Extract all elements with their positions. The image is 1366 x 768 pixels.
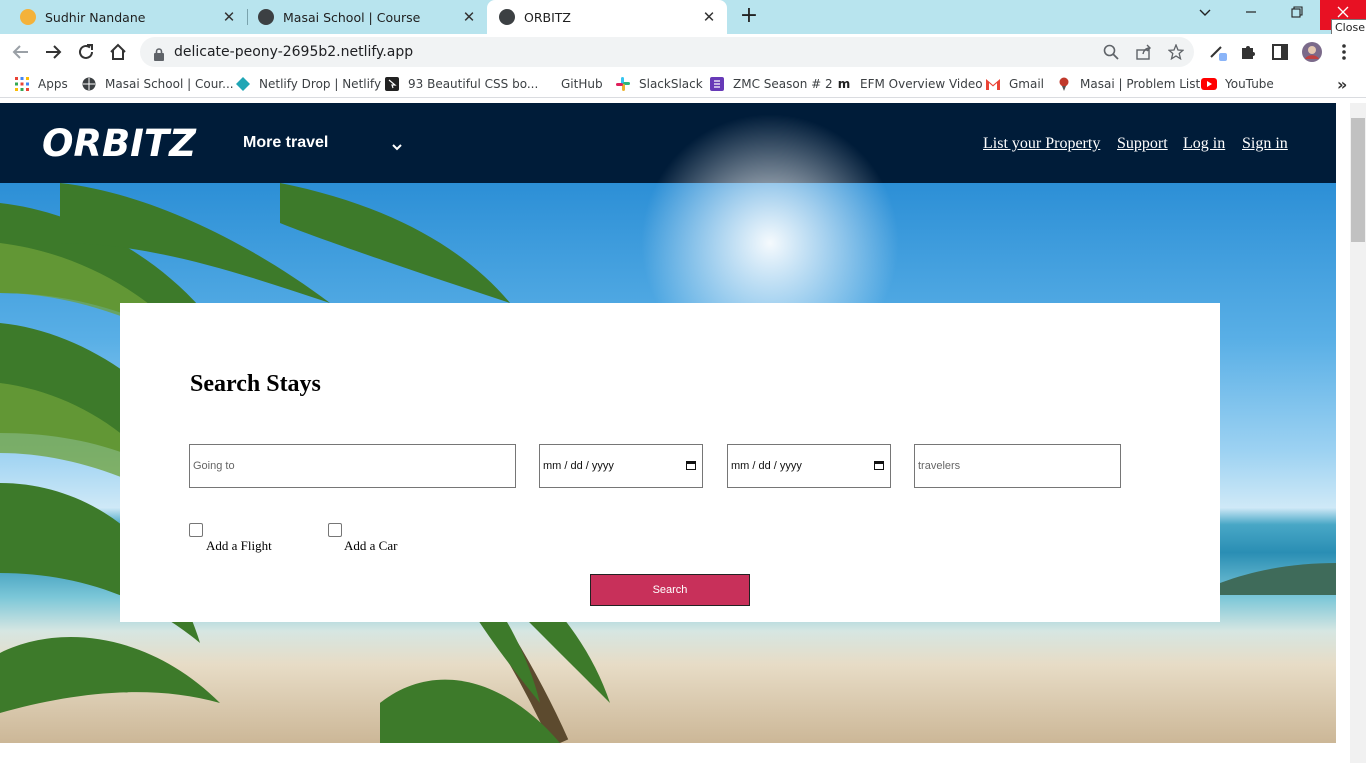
- forward-arrow-icon[interactable]: [41, 40, 65, 64]
- add-flight-label: Add a Flight: [206, 538, 272, 553]
- page-viewport: ORBITZ More travel List your Property Su…: [0, 103, 1336, 743]
- bookmark-label: EFM Overview Video: [860, 77, 983, 91]
- add-car-checkbox[interactable]: [328, 523, 342, 537]
- tab-sudhir-nandane[interactable]: Sudhir Nandane ✕: [0, 0, 247, 34]
- bookmark-label: Masai | Problem List: [1080, 77, 1201, 91]
- log-in-link[interactable]: Log in: [1183, 135, 1225, 153]
- list-your-property-link[interactable]: List your Property: [983, 135, 1100, 153]
- puzzle-extensions-icon[interactable]: [1238, 42, 1258, 62]
- bookmark-label: 93 Beautiful CSS bo...: [408, 77, 539, 91]
- bookmark-label: Netlify Drop | Netlify: [259, 77, 382, 91]
- browser-toolbar: delicate-peony-2695b2.netlify.app: [0, 34, 1366, 70]
- apps-grid-icon: [14, 76, 30, 92]
- restore-icon[interactable]: [1274, 0, 1320, 30]
- bookmark-masai-course[interactable]: Masai School | Cour...: [81, 75, 234, 93]
- add-flight-checkbox[interactable]: [189, 523, 203, 537]
- bookmark-youtube[interactable]: YouTube: [1201, 75, 1274, 93]
- side-panel-icon[interactable]: [1270, 42, 1290, 62]
- orbitz-logo[interactable]: ORBITZ: [40, 122, 220, 167]
- scrollbar-thumb[interactable]: [1351, 118, 1365, 242]
- check-out-date-input[interactable]: mm / dd / yyyy: [727, 444, 891, 488]
- vertical-scrollbar[interactable]: [1350, 103, 1366, 763]
- bookmarks-bar: Apps Masai School | Cour... Netlify Drop…: [0, 70, 1366, 98]
- extension-pen-icon[interactable]: [1208, 42, 1228, 62]
- forms-icon: [709, 76, 725, 92]
- travelers-placeholder: travelers: [918, 460, 961, 472]
- globe-icon: [499, 9, 515, 25]
- slack-icon: [615, 76, 631, 92]
- youtube-icon: [1201, 76, 1217, 92]
- cursor-icon: [384, 76, 400, 92]
- calendar-icon[interactable]: [686, 460, 696, 473]
- tab-strip: Sudhir Nandane ✕ Masai School | Course ✕…: [0, 0, 1366, 36]
- bookmark-zmc-season[interactable]: ZMC Season # 2: [709, 75, 833, 93]
- github-icon: [537, 76, 553, 92]
- check-in-date-input[interactable]: mm / dd / yyyy: [539, 444, 703, 488]
- search-button[interactable]: Search: [590, 574, 750, 606]
- check-out-placeholder: mm / dd / yyyy: [731, 460, 802, 472]
- bookmark-label: Gmail: [1009, 77, 1045, 91]
- travelers-input[interactable]: travelers: [914, 444, 1121, 488]
- bookmark-label: SlackSlack: [639, 77, 703, 91]
- support-link[interactable]: Support: [1117, 135, 1168, 153]
- search-stays-card: Search Stays Going to mm / dd / yyyy mm …: [120, 303, 1220, 622]
- search-stays-title: Search Stays: [190, 371, 321, 397]
- lock-icon: [154, 46, 164, 65]
- tab-title: Masai School | Course: [283, 9, 421, 25]
- bookmark-css-buttons[interactable]: 93 Beautiful CSS bo...: [384, 75, 538, 93]
- close-tab-icon[interactable]: ✕: [457, 8, 481, 26]
- menu-kebab-icon[interactable]: [1334, 42, 1354, 62]
- bookmarks-overflow-button[interactable]: »: [1337, 75, 1347, 94]
- bookmark-label: YouTube: [1225, 77, 1274, 91]
- add-car-label: Add a Car: [344, 538, 398, 553]
- bookmark-label: Masai School | Cour...: [105, 77, 234, 91]
- url-text[interactable]: delicate-peony-2695b2.netlify.app: [174, 44, 413, 60]
- bookmark-gmail[interactable]: Gmail: [985, 75, 1044, 93]
- logo-text: ORBITZ: [42, 123, 197, 163]
- chevron-down-icon[interactable]: [391, 137, 403, 156]
- more-travel-menu[interactable]: More travel: [243, 134, 328, 152]
- globe-icon: [258, 9, 274, 25]
- tab-orbitz[interactable]: ORBITZ ✕: [487, 0, 727, 34]
- back-arrow-icon[interactable]: [9, 40, 33, 64]
- profile-avatar-icon[interactable]: [1302, 42, 1322, 62]
- masai-icon: [1056, 76, 1072, 92]
- zoom-icon[interactable]: [1103, 44, 1119, 60]
- bookmark-slack[interactable]: SlackSlack: [615, 75, 703, 93]
- tab-search-icon[interactable]: [1182, 0, 1228, 30]
- gmail-icon: [985, 76, 1001, 92]
- reload-icon[interactable]: [74, 40, 98, 64]
- globe-icon: [81, 76, 97, 92]
- tab-title: ORBITZ: [524, 9, 571, 25]
- minimize-icon[interactable]: [1228, 0, 1274, 30]
- tab-masai-school-course[interactable]: Masai School | Course ✕: [238, 0, 487, 34]
- sign-in-link[interactable]: Sign in: [1242, 135, 1288, 153]
- netlify-icon: [235, 76, 251, 92]
- bookmark-apps[interactable]: Apps: [14, 75, 68, 93]
- bookmark-netlify-drop[interactable]: Netlify Drop | Netlify: [235, 75, 381, 93]
- m-logo-icon: m: [837, 77, 851, 91]
- profile-avatar-icon: [20, 9, 36, 25]
- tab-title: Sudhir Nandane: [45, 9, 146, 25]
- bookmark-masai-problem-list[interactable]: Masai | Problem List: [1056, 75, 1200, 93]
- home-icon[interactable]: [106, 40, 130, 64]
- bookmark-label: ZMC Season # 2: [733, 77, 833, 91]
- bookmark-label: Apps: [38, 77, 68, 91]
- calendar-icon[interactable]: [874, 460, 884, 473]
- bookmark-label: GitHub: [561, 77, 603, 91]
- going-to-placeholder: Going to: [193, 460, 235, 472]
- address-bar[interactable]: delicate-peony-2695b2.netlify.app: [140, 37, 1194, 67]
- check-in-placeholder: mm / dd / yyyy: [543, 460, 614, 472]
- new-tab-button[interactable]: +: [738, 4, 760, 30]
- close-tab-icon[interactable]: ✕: [697, 8, 721, 26]
- bookmark-efm-overview[interactable]: m EFM Overview Video: [836, 75, 983, 93]
- bookmark-star-icon[interactable]: [1167, 43, 1185, 61]
- going-to-input[interactable]: Going to: [189, 444, 516, 488]
- page-bottom-strip: [0, 743, 1336, 768]
- hero-beach-image: Search Stays Going to mm / dd / yyyy mm …: [0, 113, 1336, 743]
- share-icon[interactable]: [1136, 44, 1152, 60]
- bookmark-github[interactable]: GitHub: [537, 75, 603, 93]
